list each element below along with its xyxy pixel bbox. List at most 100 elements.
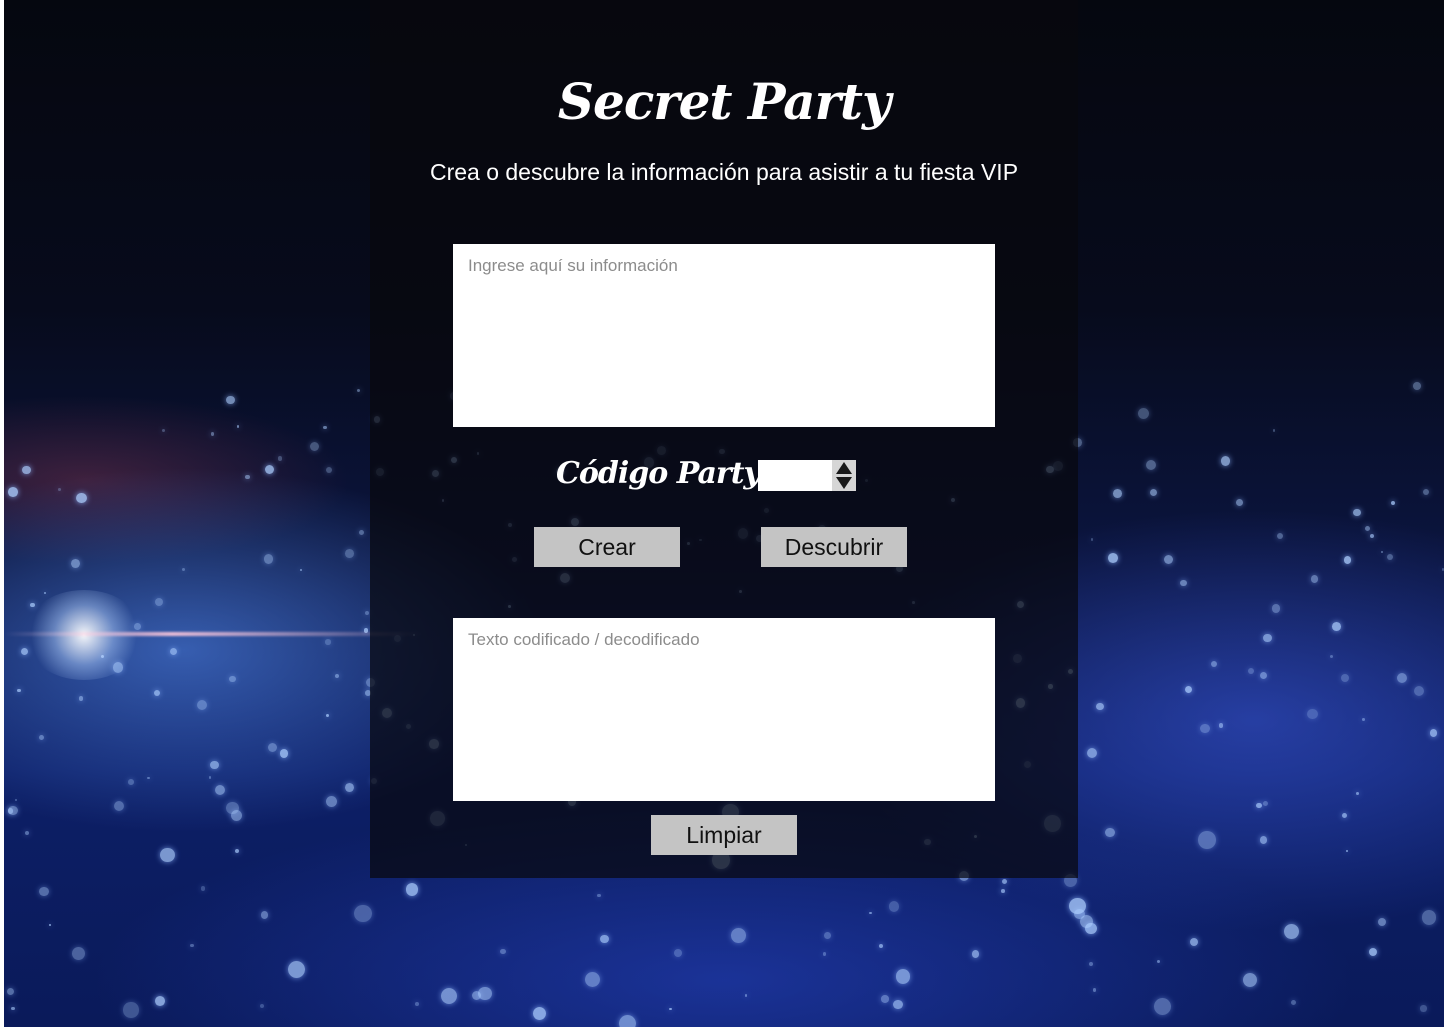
sparkle [1284, 924, 1299, 940]
sparkle [226, 395, 235, 404]
sparkle [1256, 802, 1262, 809]
sparkle [70, 558, 80, 568]
spinner-up-icon[interactable] [836, 462, 852, 474]
sparkle [895, 968, 911, 984]
sparkle [1353, 508, 1361, 517]
sparkle [39, 886, 49, 897]
sparkle [1150, 488, 1158, 496]
sparkle [196, 700, 207, 711]
sparkle [1184, 685, 1192, 693]
page-subtitle: Crea o descubre la información para asis… [429, 159, 1019, 185]
sparkle [364, 610, 370, 615]
sparkle [415, 1002, 419, 1007]
sparkle [1306, 708, 1318, 720]
code-value-field[interactable] [758, 460, 832, 491]
sparkle [299, 569, 302, 572]
sparkle [441, 987, 458, 1004]
sparkle [15, 798, 18, 801]
sparkle [1107, 553, 1118, 563]
sparkle [25, 830, 30, 835]
sparkle [354, 904, 372, 922]
sparkle [325, 713, 329, 717]
sparkle [1218, 723, 1224, 728]
sparkle [673, 949, 682, 958]
sparkle [200, 885, 206, 891]
sparkle [881, 995, 889, 1003]
sparkle [234, 849, 239, 854]
sparkle [123, 1002, 139, 1018]
sparkle [1342, 813, 1348, 819]
sparkle [1260, 672, 1268, 680]
sparkle [585, 971, 601, 988]
sparkle [1248, 667, 1254, 674]
code-spinner[interactable] [832, 460, 856, 491]
sparkle [245, 475, 250, 480]
sparkle [822, 952, 826, 956]
sparkle [209, 776, 212, 779]
sparkle [1079, 914, 1093, 928]
code-label: Código Party : [556, 456, 780, 491]
sparkle [1356, 791, 1360, 795]
sparkle [267, 742, 278, 753]
sparkle [1242, 973, 1257, 988]
sparkle [214, 784, 225, 796]
sparkle [1088, 961, 1093, 967]
output-textarea[interactable] [453, 618, 995, 801]
sparkle [971, 950, 980, 958]
sparkle [869, 911, 872, 915]
sparkle [344, 548, 354, 558]
code-number-input[interactable] [758, 460, 856, 491]
sparkle [1157, 960, 1161, 964]
sparkle [1236, 499, 1243, 507]
sparkle [210, 761, 219, 770]
sparkle [76, 492, 87, 504]
sparkle [1290, 999, 1297, 1006]
sparkle [190, 943, 194, 948]
sparkle [160, 847, 175, 862]
discover-button[interactable]: Descubrir [761, 527, 907, 567]
page: Secret Party Crea o descubre la informac… [0, 0, 1448, 1032]
sparkle [1068, 897, 1086, 915]
sparkle [17, 688, 21, 693]
sparkle [1364, 525, 1370, 531]
sparkle [335, 673, 340, 678]
sparkle [71, 947, 85, 960]
sparkle [161, 428, 166, 433]
sparkle [1343, 556, 1352, 565]
sparkle [1180, 579, 1187, 587]
sparkle [1001, 889, 1005, 893]
sparkle [600, 935, 609, 944]
sparkle [1362, 717, 1365, 721]
sparkle [236, 425, 240, 428]
sparkle [169, 648, 177, 656]
info-input[interactable] [453, 244, 995, 427]
sparkle [78, 696, 84, 701]
sparkle [1311, 575, 1319, 583]
sparkle [22, 465, 32, 475]
create-button[interactable]: Crear [534, 527, 680, 567]
sparkle [264, 464, 274, 474]
sparkle [1381, 550, 1384, 553]
sparkle [1345, 849, 1349, 853]
sparkle [279, 749, 289, 758]
sparkle [1001, 879, 1008, 885]
sparkle [1441, 568, 1444, 571]
sparkle [345, 782, 355, 792]
sparkle [6, 987, 14, 996]
spinner-down-icon[interactable] [836, 477, 852, 489]
sparkle [824, 931, 831, 939]
sparkle [154, 597, 164, 606]
sparkle [11, 1006, 15, 1011]
sparkle [1387, 554, 1394, 560]
sparkle [225, 801, 239, 815]
sparkle [1220, 456, 1231, 466]
sparkle [147, 776, 150, 780]
sparkle [30, 602, 35, 608]
sparkle [1211, 660, 1218, 667]
sparkle [154, 995, 165, 1006]
clear-button[interactable]: Limpiar [651, 815, 797, 855]
sparkle [879, 943, 884, 949]
sparkle [260, 911, 269, 919]
sparkle [48, 923, 52, 927]
sparkle [1396, 673, 1407, 684]
